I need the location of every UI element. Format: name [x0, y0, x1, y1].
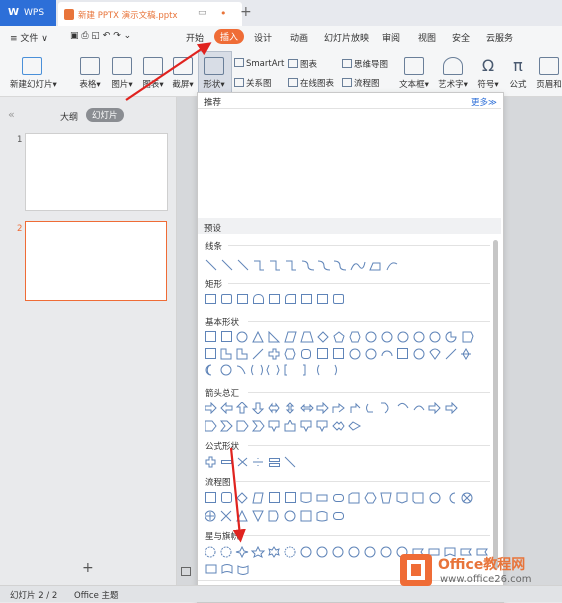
annotation-arrows [125, 42, 246, 543]
arrow-to-star-icon [229, 447, 246, 543]
watermark-url: www.office26.com [440, 574, 532, 585]
office-logo-icon [400, 554, 432, 586]
arrow-to-insert-icon [125, 42, 212, 101]
watermark-brand: Office教程网 [438, 557, 526, 573]
watermark: Office教程网 www.office26.com [398, 548, 558, 596]
